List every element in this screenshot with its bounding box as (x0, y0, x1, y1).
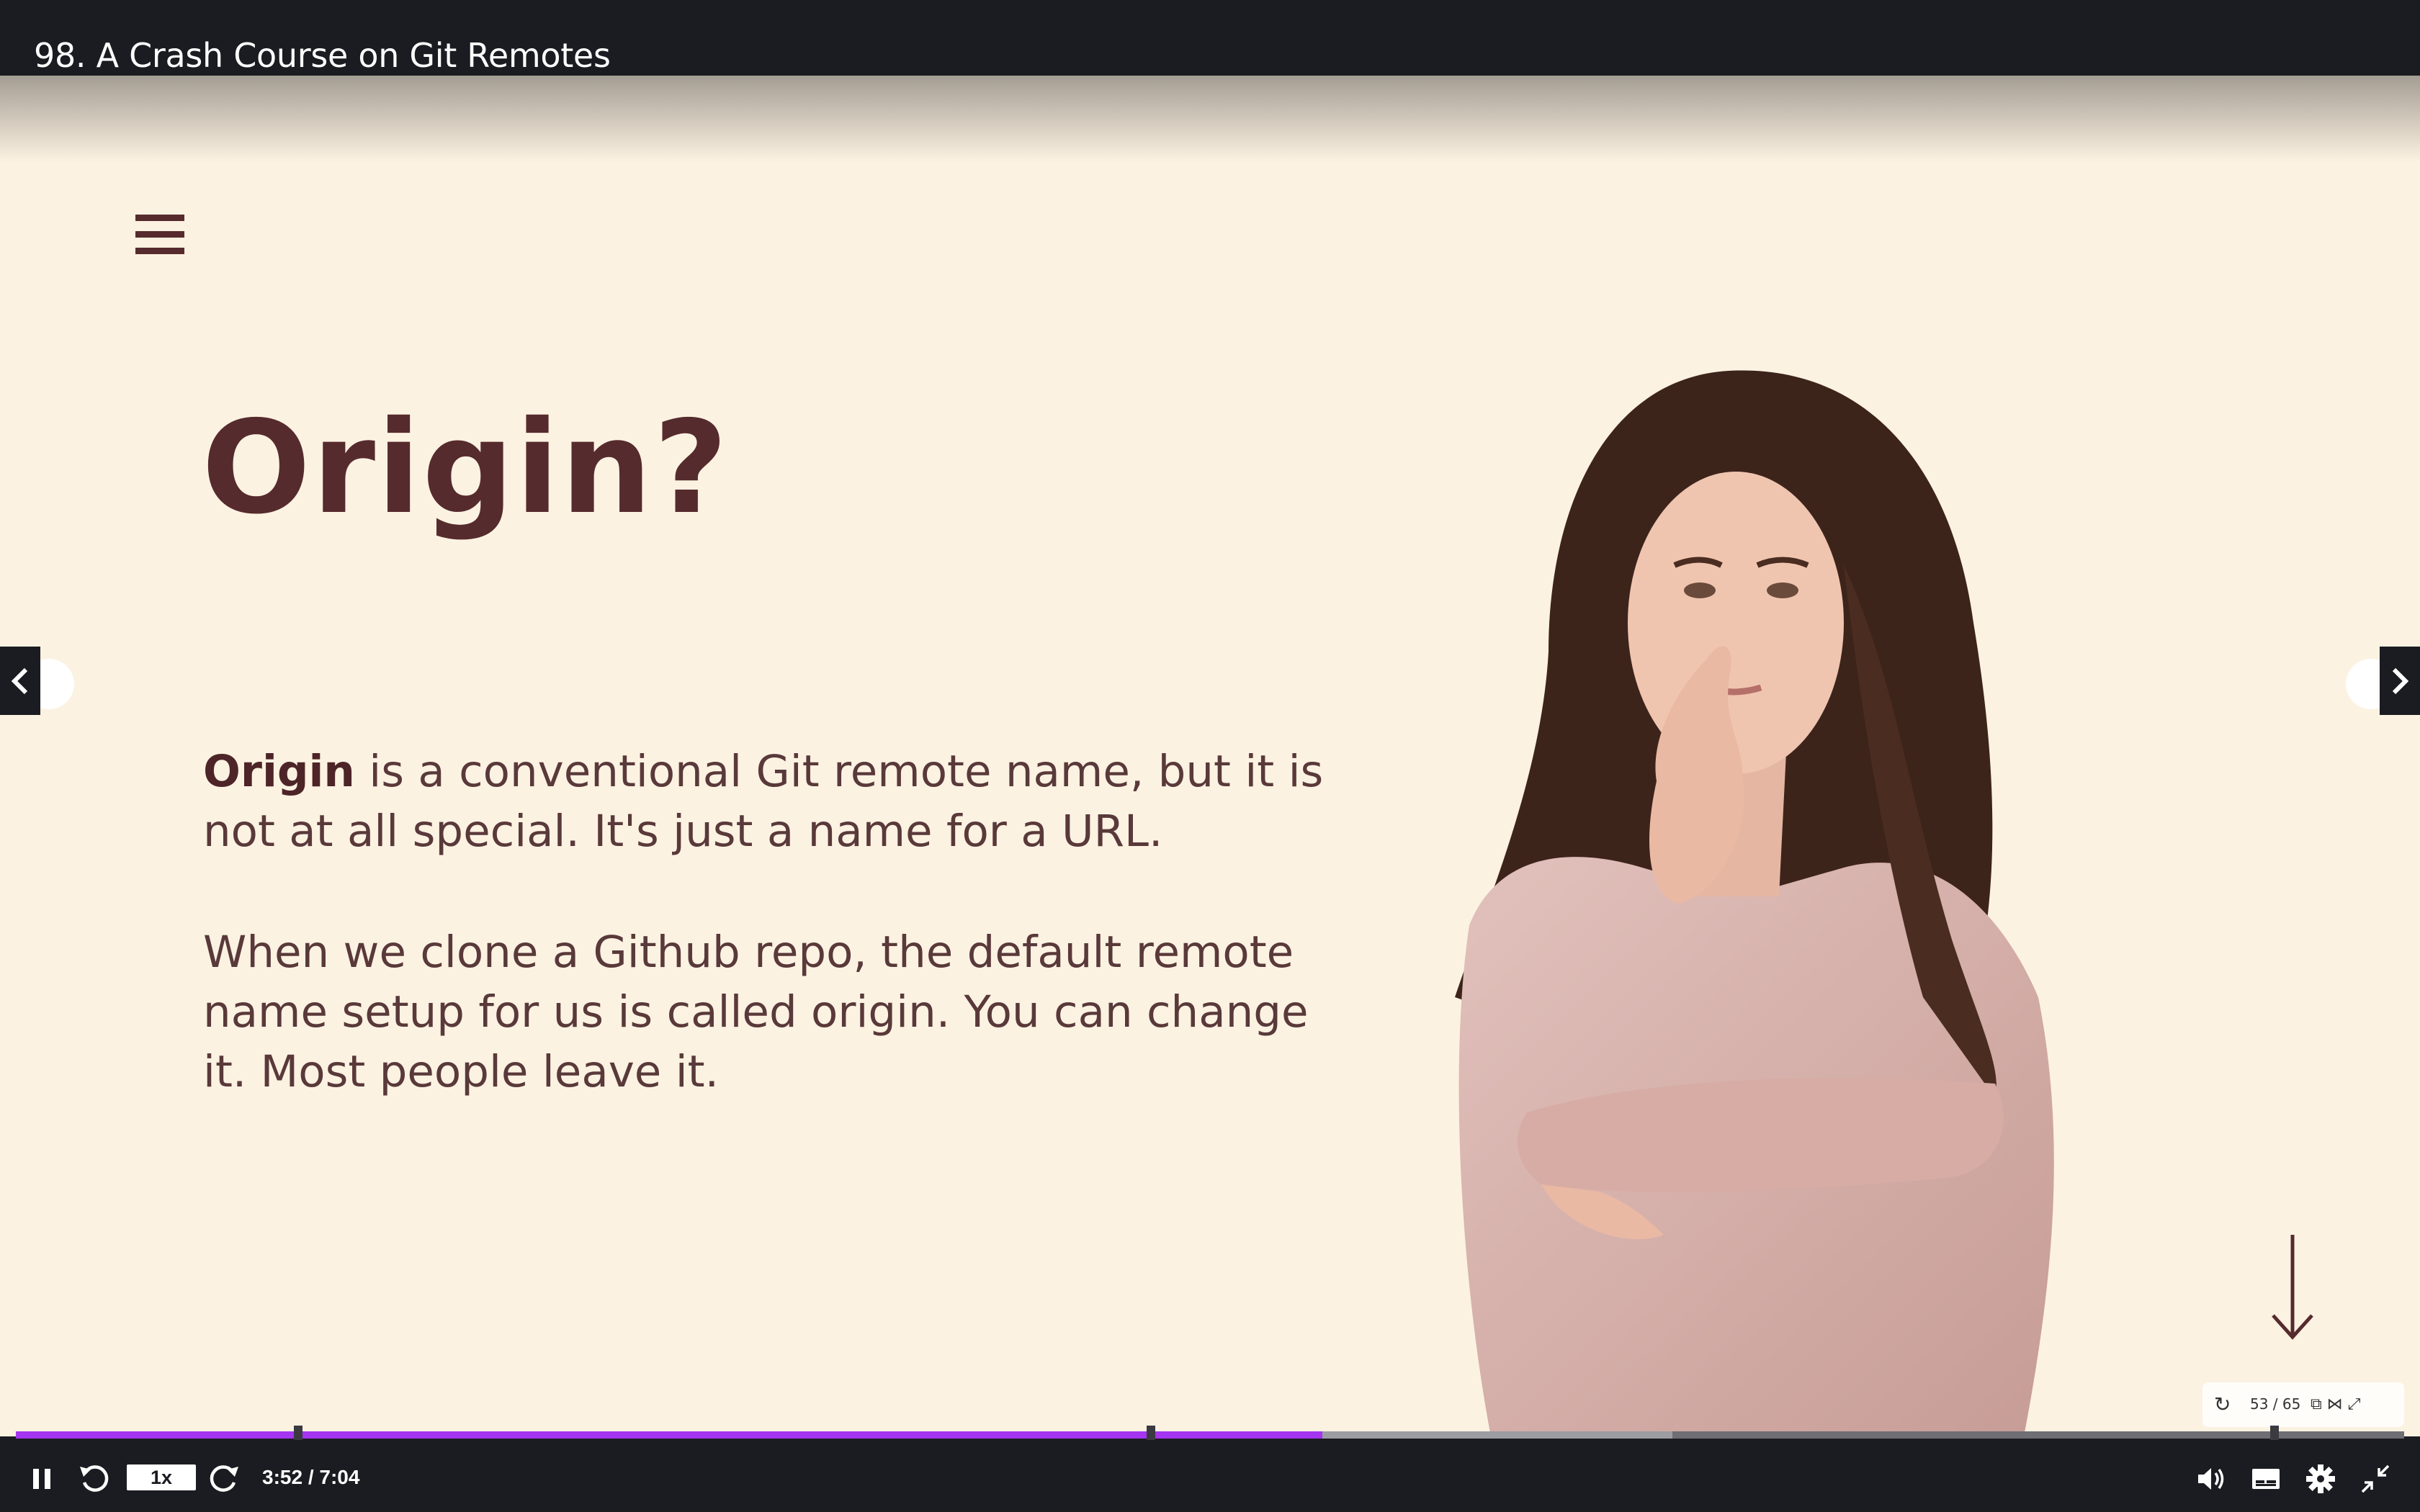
arrow-down-icon[interactable] (2269, 1235, 2316, 1343)
video-title-bar: 98. A Crash Course on Git Remotes (0, 0, 2420, 76)
rewind-5-icon (80, 1465, 109, 1492)
forward-button[interactable] (207, 1459, 241, 1499)
chevron-left-icon (11, 667, 28, 694)
slide-counter: 53 / 65 (2250, 1395, 2301, 1413)
slide-mini-toolbar: ↻ 53 / 65 ⧉ ⋈ ⤢ (2202, 1382, 2404, 1427)
origin-description: is a conventional Git remote name, but i… (203, 746, 1324, 857)
previous-slide-button[interactable] (0, 647, 40, 715)
captions-button[interactable] (2250, 1459, 2282, 1499)
time-display: 3:52 / 7:04 (262, 1466, 360, 1488)
chevron-right-icon (2392, 667, 2409, 694)
refresh-icon[interactable]: ↻ (2214, 1392, 2231, 1416)
hamburger-icon[interactable] (134, 209, 186, 261)
slide-title: Origin? (202, 393, 730, 542)
next-slide-button[interactable] (2380, 647, 2420, 715)
gear-icon (2306, 1464, 2335, 1493)
player-controls: 1x 3:52 / 7:04 (0, 1440, 2420, 1512)
played-bar (16, 1431, 1322, 1439)
volume-icon (2198, 1468, 2224, 1490)
settings-button[interactable] (2305, 1459, 2336, 1499)
volume-button[interactable] (2195, 1459, 2227, 1499)
pause-button[interactable] (27, 1459, 56, 1499)
title-bar-shadow (0, 76, 2420, 162)
slide-paragraph-clone: When we clone a Github repo, the default… (203, 927, 1309, 1097)
rewind-button[interactable] (78, 1459, 111, 1499)
exit-fullscreen-icon (2361, 1464, 2390, 1493)
forward-5-icon (210, 1465, 238, 1492)
thinking-woman-photo (1455, 370, 2054, 1436)
captions-icon (2252, 1469, 2280, 1489)
playback-speed-button[interactable]: 1x (127, 1464, 196, 1490)
slide-stage[interactable]: Origin? Origin is a conventional Git rem… (0, 76, 2420, 1436)
pause-icon (33, 1469, 50, 1489)
exit-fullscreen-button[interactable] (2360, 1459, 2391, 1499)
origin-term: Origin (203, 746, 355, 797)
video-progress-bar[interactable] (16, 1426, 2404, 1443)
slide-tools-icon[interactable]: ⧉ ⋈ ⤢ (2311, 1395, 2360, 1413)
lecture-title: 98. A Crash Course on Git Remotes (34, 36, 611, 75)
slide-paragraph-origin: Origin is a conventional Git remote name… (203, 742, 1327, 861)
